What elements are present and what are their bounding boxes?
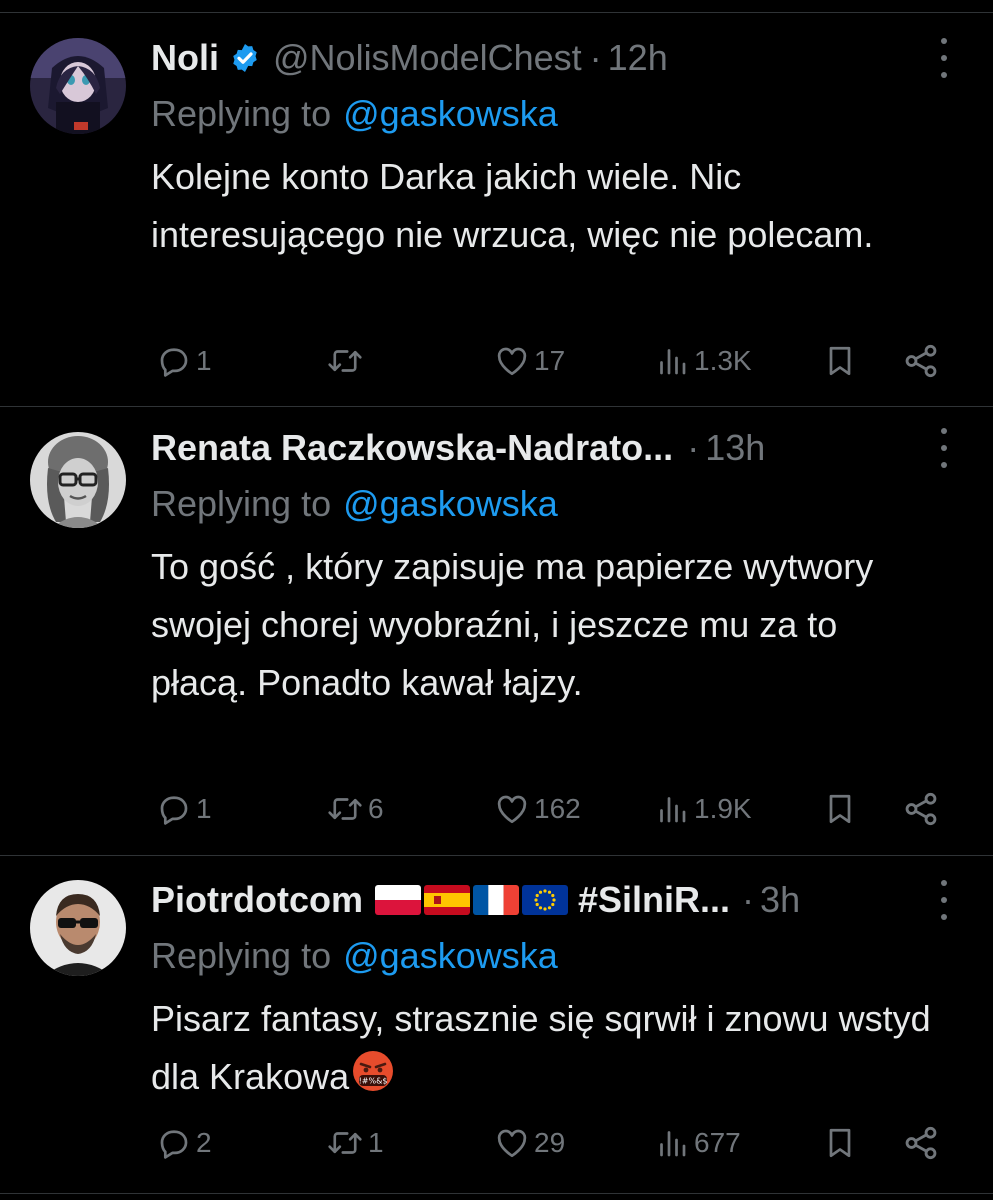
- retweet-button[interactable]: 6: [326, 786, 384, 832]
- reply-icon: [160, 348, 188, 377]
- reply-header: Noli @NolisModelChest · 12h: [151, 30, 668, 86]
- replying-label: Replying to: [151, 93, 332, 134]
- like-icon: [497, 795, 527, 824]
- replying-label: Replying to: [151, 935, 332, 976]
- author-handle[interactable]: @NolisModelChest: [273, 30, 582, 86]
- bookmark-button[interactable]: [822, 1120, 858, 1166]
- replying-handle[interactable]: @gaskowska: [343, 935, 558, 976]
- author-name[interactable]: Noli: [151, 30, 219, 86]
- replies-feed: Noli @NolisModelChest · 12h Replying to @…: [0, 0, 993, 1200]
- replying-to: Replying to @gaskowska: [151, 928, 558, 984]
- replying-label: Replying to: [151, 483, 332, 524]
- action-bar: 1 6 162 1.9K: [0, 786, 993, 832]
- retweet-count: 1: [368, 1127, 384, 1158]
- author-name[interactable]: Piotrdotcom: [151, 872, 363, 928]
- share-button[interactable]: [902, 1120, 940, 1166]
- bookmark-button[interactable]: [822, 338, 858, 384]
- tweet-text-content: Pisarz fantasy, strasznie się sqrwił i z…: [151, 998, 931, 1097]
- share-button[interactable]: [902, 786, 940, 832]
- divider: [0, 1193, 993, 1194]
- like-icon: [497, 347, 527, 376]
- retweet-icon: [328, 1132, 362, 1154]
- views-count: 677: [694, 1127, 741, 1158]
- reply-icon: [160, 1130, 188, 1159]
- avatar[interactable]: [30, 432, 126, 528]
- avatar[interactable]: [30, 880, 126, 976]
- replying-to: Replying to @gaskowska: [151, 86, 558, 142]
- reply-button[interactable]: 2: [156, 1120, 212, 1166]
- more-icon[interactable]: [934, 880, 954, 920]
- reply-count: 1: [196, 793, 212, 824]
- like-count: 162: [534, 793, 581, 824]
- spain-flag-icon: [424, 885, 470, 915]
- reply-icon: [160, 796, 188, 825]
- views-button[interactable]: 1.9K: [654, 786, 752, 832]
- views-icon: [660, 797, 686, 823]
- retweet-icon: [328, 350, 362, 372]
- views-count: 1.9K: [694, 793, 752, 824]
- reply-header: Renata Raczkowska-Nadrato... · 13h: [151, 420, 765, 476]
- retweet-count: 6: [368, 793, 384, 824]
- avatar[interactable]: [30, 38, 126, 134]
- action-bar: 2 1 29 677: [0, 1120, 993, 1166]
- share-icon: [905, 1126, 937, 1160]
- bookmark-icon: [829, 1128, 851, 1158]
- views-button[interactable]: 1.3K: [654, 338, 752, 384]
- reply-tweet[interactable]: Renata Raczkowska-Nadrato... · 13h Reply…: [0, 420, 993, 840]
- replying-handle[interactable]: @gaskowska: [343, 483, 558, 524]
- share-icon: [905, 792, 937, 826]
- action-bar: 1 17 1.3K: [0, 338, 993, 384]
- separator: ·: [742, 879, 755, 920]
- divider: [0, 855, 993, 856]
- more-icon[interactable]: [934, 428, 954, 468]
- angry-face-with-symbols-emoji-icon: !#%&$: [353, 1051, 394, 1091]
- views-icon: [660, 349, 686, 375]
- like-count: 17: [534, 345, 566, 376]
- separator: ·: [589, 37, 602, 78]
- views-button[interactable]: 677: [654, 1120, 741, 1166]
- reply-header: Piotrdotcom #SilniR... · 3h: [151, 872, 800, 928]
- timestamp[interactable]: 12h: [608, 30, 668, 86]
- more-icon[interactable]: [934, 38, 954, 78]
- reply-tweet[interactable]: Piotrdotcom #SilniR... · 3h Replying to …: [0, 872, 993, 1192]
- svg-text:!#%&$: !#%&$: [359, 1077, 388, 1086]
- divider: [0, 12, 993, 13]
- reply-button[interactable]: 1: [156, 338, 212, 384]
- verified-badge-icon: [233, 44, 257, 72]
- flag-emojis: [375, 885, 568, 915]
- name-hashtag[interactable]: #SilniR...: [578, 872, 730, 928]
- like-button[interactable]: 162: [494, 786, 581, 832]
- bookmark-icon: [829, 794, 851, 824]
- replying-to: Replying to @gaskowska: [151, 476, 558, 532]
- like-button[interactable]: 29: [494, 1120, 565, 1166]
- tweet-text: Pisarz fantasy, strasznie się sqrwił i z…: [151, 990, 931, 1106]
- retweet-icon: [328, 798, 362, 820]
- like-count: 29: [534, 1127, 566, 1158]
- timestamp[interactable]: 3h: [760, 872, 800, 928]
- separator: ·: [687, 427, 700, 468]
- like-button[interactable]: 17: [494, 338, 565, 384]
- author-name[interactable]: Renata Raczkowska-Nadrato...: [151, 420, 673, 476]
- tweet-text: Kolejne konto Darka jakich wiele. Nic in…: [151, 156, 874, 255]
- replying-handle[interactable]: @gaskowska: [343, 93, 558, 134]
- reply-count: 2: [196, 1127, 212, 1158]
- views-count: 1.3K: [694, 345, 752, 376]
- timestamp[interactable]: 13h: [705, 420, 765, 476]
- reply-tweet[interactable]: Noli @NolisModelChest · 12h Replying to @…: [0, 30, 993, 390]
- like-icon: [497, 1129, 527, 1158]
- share-button[interactable]: [902, 338, 940, 384]
- poland-flag-icon: [375, 885, 421, 915]
- retweet-button[interactable]: 1: [326, 1120, 384, 1166]
- bookmark-button[interactable]: [822, 786, 858, 832]
- eu-flag-icon: [522, 885, 568, 915]
- retweet-button[interactable]: [326, 338, 368, 384]
- share-icon: [905, 344, 937, 378]
- bookmark-icon: [829, 346, 851, 376]
- france-flag-icon: [473, 885, 519, 915]
- reply-count: 1: [196, 345, 212, 376]
- tweet-text: To gość , który zapisuje ma papierze wyt…: [151, 546, 874, 703]
- reply-button[interactable]: 1: [156, 786, 212, 832]
- divider: [0, 406, 993, 407]
- views-icon: [660, 1131, 686, 1157]
